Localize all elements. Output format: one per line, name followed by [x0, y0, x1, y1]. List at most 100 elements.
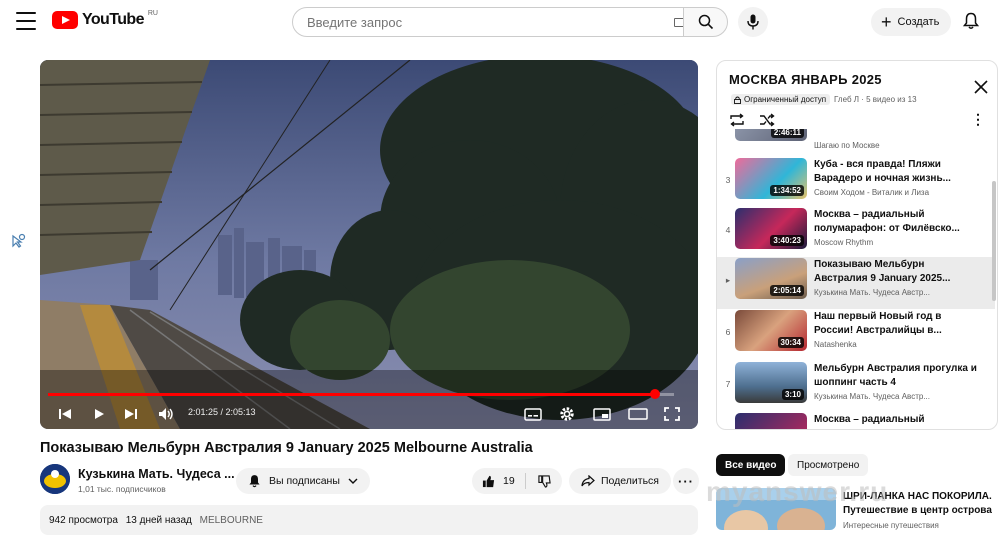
bell-icon	[249, 475, 260, 488]
notifications-bell-icon[interactable]	[960, 10, 982, 32]
item-number: 4	[725, 225, 731, 235]
playlist-scrollbar[interactable]	[992, 181, 996, 301]
floating-cursor-icon[interactable]	[10, 233, 26, 249]
channel-name[interactable]: Кузькина Мать. Чудеса ...	[78, 467, 235, 481]
playlist-title[interactable]: МОСКВА ЯНВАРЬ 2025	[729, 72, 882, 87]
duration-badge: 3:10	[781, 389, 804, 400]
like-button[interactable]: 19	[472, 473, 527, 489]
video-thumbnail: 30:34	[735, 310, 807, 351]
chip-watched[interactable]: Просмотрено	[788, 454, 869, 476]
search-icon	[698, 14, 713, 30]
channel-avatar[interactable]	[40, 464, 70, 494]
duration-badge: 2:46:11	[770, 129, 804, 138]
video-thumbnail: 2:05:14	[735, 258, 807, 299]
next-icon[interactable]	[124, 405, 138, 423]
chevron-down-icon	[348, 478, 358, 484]
playlist-more-icon[interactable]: ⋮	[971, 111, 985, 128]
play-icon[interactable]	[93, 405, 105, 423]
menu-icon[interactable]	[16, 12, 36, 30]
description-box[interactable]: 942 просмотра 13 дней назад MELBOURNE	[40, 505, 698, 535]
upload-date: 13 дней назад	[125, 515, 192, 526]
share-label: Поделиться	[601, 475, 659, 487]
duration-badge: 30:34	[777, 337, 804, 348]
video-frame	[40, 60, 698, 429]
microphone-icon	[747, 14, 759, 30]
plus-icon: +	[881, 12, 892, 32]
video-thumbnail: 1:34:52	[735, 158, 807, 199]
player-controls: 2:01:25 / 2:05:13	[40, 401, 698, 427]
more-horizontal-icon: ···	[678, 473, 694, 489]
subscribed-button[interactable]: Вы подписаны	[236, 468, 370, 494]
item-title: Наш первый Новый год в России! Австралий…	[814, 311, 942, 336]
like-dislike-group: 19	[472, 468, 562, 494]
item-channel: Кузькина Мать. Чудеса Австр...	[814, 288, 930, 297]
video-thumbnail	[735, 413, 807, 429]
item-title: Показываю Мельбурн Австралия 9 January 2…	[814, 259, 951, 284]
shuffle-icon[interactable]	[759, 113, 775, 127]
item-channel: Кузькина Мать. Чудеса Австр...	[814, 392, 930, 401]
item-channel: Своим Ходом - Виталик и Лиза	[814, 188, 930, 197]
settings-gear-icon[interactable]	[559, 405, 575, 423]
fullscreen-icon[interactable]	[664, 405, 680, 423]
progress-played	[48, 393, 656, 396]
search-button[interactable]	[683, 7, 728, 37]
previous-icon[interactable]	[58, 405, 72, 423]
access-label: Ограниченный доступ	[744, 95, 827, 104]
volume-icon[interactable]	[158, 405, 174, 423]
item-channel: Moscow Rhythm	[814, 238, 874, 247]
progress-bar[interactable]	[48, 389, 674, 399]
playlist-item-current[interactable]: ▸ 2:05:14 Показываю Мельбурн Австралия 9…	[717, 257, 995, 309]
video-thumbnail: 3:40:23	[735, 208, 807, 249]
playlist-item[interactable]: Москва – радиальный	[717, 412, 995, 429]
playlist-item[interactable]: 7 3:10 Мельбурн Австралия прогулка и шоп…	[717, 361, 995, 413]
lock-icon	[734, 96, 741, 104]
recommendation-channel: Интересные путешествия	[843, 521, 939, 530]
video-thumbnail: 3:10	[735, 362, 807, 403]
hashtag[interactable]: MELBOURNE	[200, 515, 263, 526]
item-number: 7	[725, 379, 731, 389]
access-badge: Ограниченный доступ	[731, 94, 831, 105]
item-title: Мельбурн Австралия прогулка и шоппинг ча…	[814, 363, 977, 388]
loop-icon[interactable]	[729, 113, 745, 127]
playlist-item[interactable]: 3 1:34:52 Куба - вся правда! Пляжи Варад…	[717, 157, 995, 209]
video-title: Показываю Мельбурн Австралия 9 January 2…	[40, 440, 533, 456]
search-input[interactable]	[305, 13, 649, 31]
video-player[interactable]: 2:01:25 / 2:05:13	[40, 60, 698, 429]
item-number: 6	[725, 327, 731, 337]
youtube-logo[interactable]: YouTube RU	[52, 9, 158, 29]
playlist-item[interactable]: 6 30:34 Наш первый Новый год в России! А…	[717, 309, 995, 361]
item-number: 3	[725, 175, 731, 185]
watermark-text: myanswer.ru	[706, 476, 889, 507]
playlist-item[interactable]: 4 3:40:23 Москва – радиальный полумарафо…	[717, 207, 995, 259]
item-channel: Natashenka	[814, 340, 857, 349]
like-count: 19	[503, 475, 515, 487]
playlist-meta: Ограниченный доступ Глеб Л · 5 видео из …	[731, 94, 917, 105]
youtube-play-logo-icon	[52, 11, 78, 29]
duration-badge: 1:34:52	[770, 185, 804, 196]
playlist-panel: МОСКВА ЯНВАРЬ 2025 Ограниченный доступ Г…	[716, 60, 998, 430]
miniplayer-icon[interactable]	[593, 405, 611, 423]
thumbs-down-icon	[537, 474, 551, 488]
subscribed-label: Вы подписаны	[269, 475, 340, 487]
subtitles-icon[interactable]	[524, 405, 542, 423]
chip-all-videos[interactable]: Все видео	[716, 454, 786, 476]
playlist-item[interactable]: 2:46:11 Шагаю по Москве	[717, 129, 995, 151]
duration-badge: 2:05:14	[770, 285, 804, 296]
subscriber-count: 1,01 тыс. подписчиков	[78, 484, 166, 494]
theater-mode-icon[interactable]	[628, 405, 648, 423]
dislike-button[interactable]	[526, 474, 562, 488]
item-title: Москва – радиальный	[814, 414, 925, 425]
time-display: 2:01:25 / 2:05:13	[188, 407, 256, 417]
region-code: RU	[147, 9, 158, 17]
view-count: 942 просмотра	[49, 515, 118, 526]
duration-badge: 3:40:23	[770, 235, 804, 246]
more-actions-button[interactable]: ···	[673, 468, 699, 494]
now-playing-icon: ▸	[725, 275, 731, 285]
close-icon[interactable]	[973, 79, 989, 95]
thumbs-up-icon	[482, 475, 495, 487]
create-button[interactable]: + Создать	[871, 8, 952, 36]
voice-search-button[interactable]	[738, 7, 768, 37]
share-button[interactable]: Поделиться	[569, 468, 671, 494]
item-channel: Шагаю по Москве	[814, 141, 880, 150]
logo-text: YouTube	[82, 11, 144, 28]
